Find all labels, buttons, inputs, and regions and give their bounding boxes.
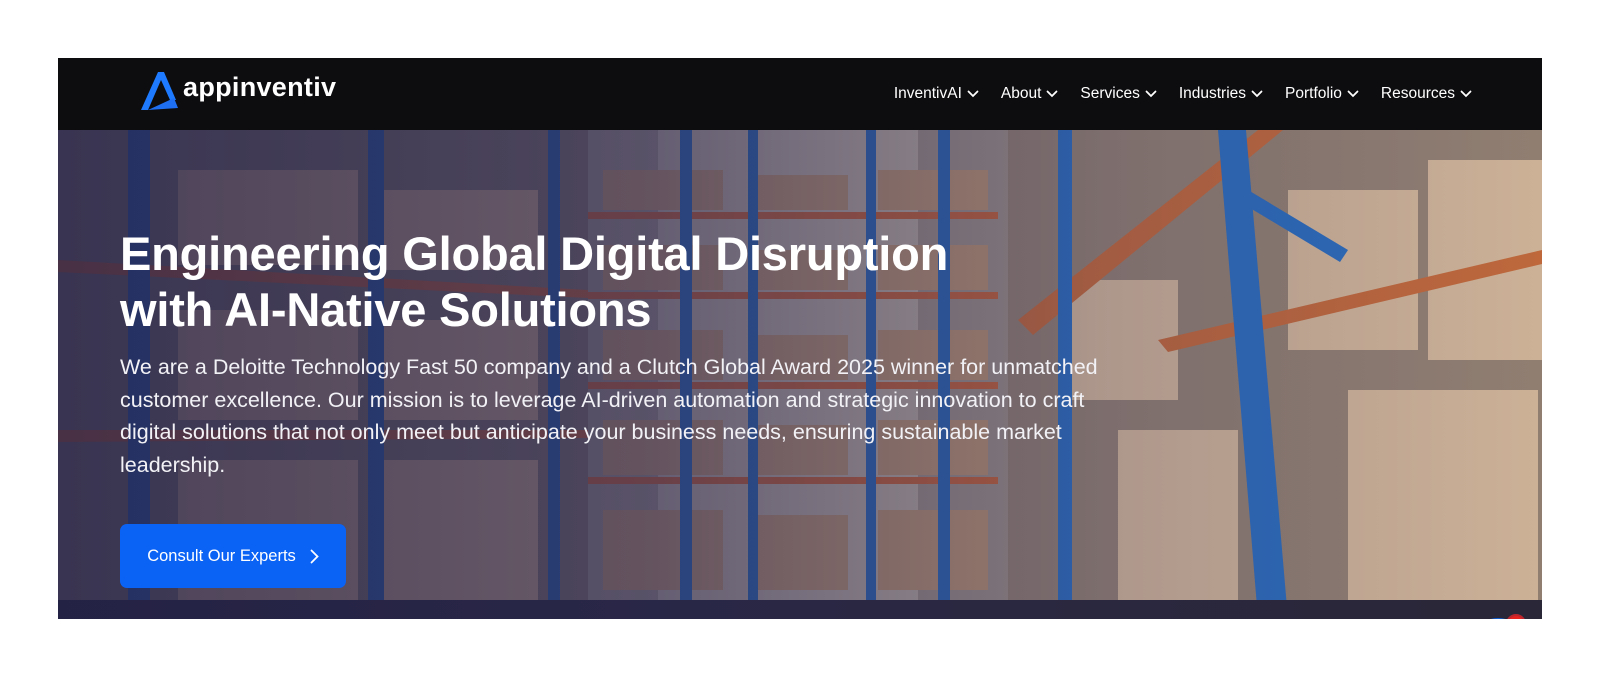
chevron-right-icon bbox=[310, 549, 319, 563]
nav-item-about[interactable]: About bbox=[1001, 85, 1059, 103]
nav-item-industries[interactable]: Industries bbox=[1179, 85, 1263, 103]
brand-logo[interactable]: appinventiv bbox=[136, 68, 336, 112]
chevron-down-icon bbox=[1046, 90, 1058, 98]
top-navigation-bar: appinventiv InventivAI About Services In… bbox=[58, 58, 1542, 130]
hero-headline: Engineering Global Digital Disruption wi… bbox=[120, 227, 949, 336]
chevron-down-icon bbox=[967, 90, 979, 98]
nav-item-services[interactable]: Services bbox=[1080, 85, 1157, 103]
main-nav: InventivAI About Services Industries Por… bbox=[894, 58, 1472, 130]
page-frame: appinventiv InventivAI About Services In… bbox=[58, 58, 1542, 619]
nav-item-label: Portfolio bbox=[1285, 85, 1342, 102]
chevron-down-icon bbox=[1251, 90, 1263, 98]
hero-description: We are a Deloitte Technology Fast 50 com… bbox=[120, 355, 1098, 477]
nav-item-inventivai[interactable]: InventivAI bbox=[894, 85, 979, 103]
nav-item-resources[interactable]: Resources bbox=[1381, 85, 1472, 103]
appinventiv-logo-icon bbox=[141, 72, 178, 110]
cta-label: Consult Our Experts bbox=[147, 546, 296, 565]
brand-name: appinventiv bbox=[183, 71, 337, 102]
nav-item-label: Resources bbox=[1380, 85, 1455, 102]
nav-item-portfolio[interactable]: Portfolio bbox=[1285, 85, 1359, 103]
nav-item-label: About bbox=[1000, 85, 1042, 102]
nav-item-label: InventivAI bbox=[893, 85, 962, 102]
nav-item-label: Services bbox=[1080, 85, 1140, 102]
consult-experts-button[interactable]: Consult Our Experts bbox=[120, 524, 346, 588]
chevron-down-icon bbox=[1145, 90, 1157, 98]
hero-section: Engineering Global Digital Disruption wi… bbox=[58, 130, 1542, 619]
chevron-down-icon bbox=[1460, 90, 1472, 98]
chevron-down-icon bbox=[1347, 90, 1359, 98]
nav-item-label: Industries bbox=[1178, 85, 1247, 102]
